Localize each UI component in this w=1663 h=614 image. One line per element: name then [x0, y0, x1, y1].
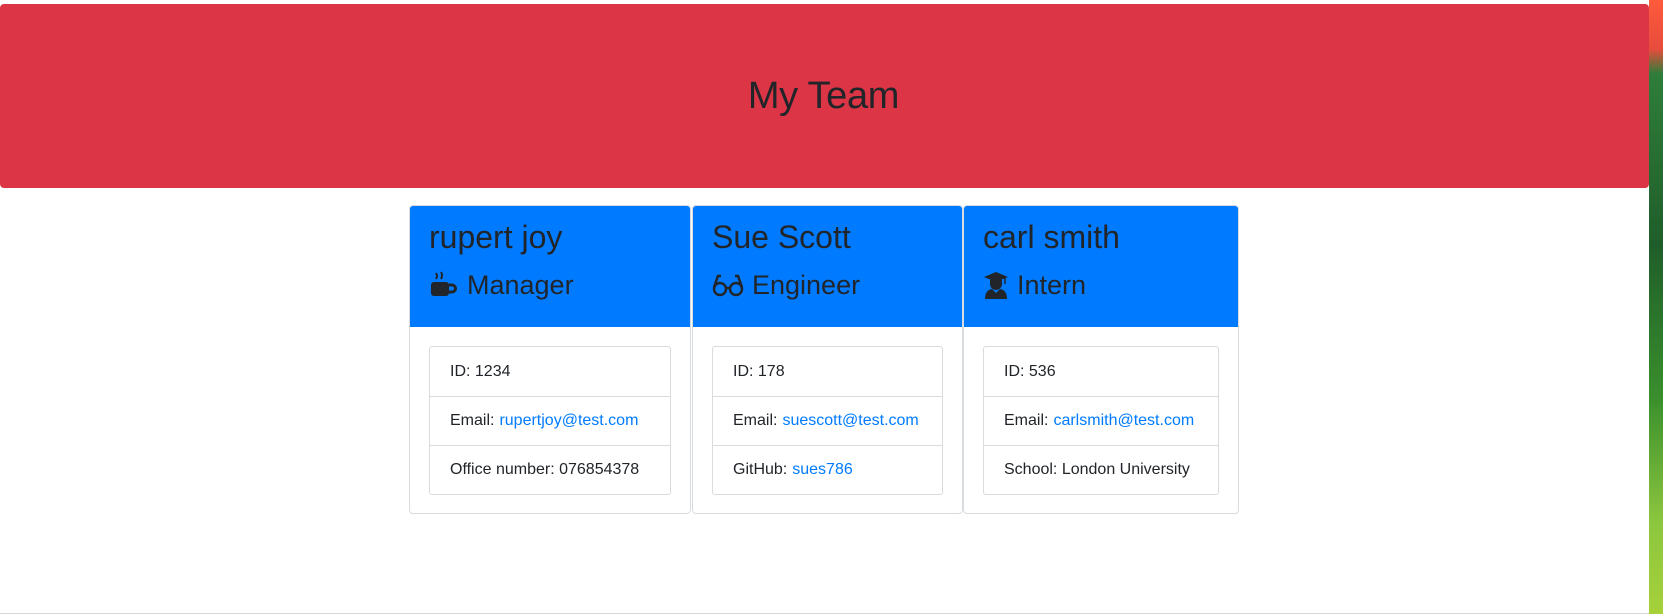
- id-row: ID: 536: [984, 347, 1218, 396]
- role-label: Engineer: [752, 270, 861, 300]
- email-link[interactable]: carlsmith@test.com: [1053, 412, 1194, 430]
- github-link[interactable]: sues786: [792, 461, 853, 479]
- employee-card-intern: carl smith Intern ID: 536 Email: carlsmit…: [963, 205, 1239, 514]
- id-row: ID: 178: [713, 347, 942, 396]
- id-label: ID:: [450, 362, 471, 380]
- employee-name: Sue Scott: [712, 219, 851, 255]
- employee-card-engineer: Sue Scott Engineer ID: 178 Email: suescot…: [692, 205, 963, 514]
- id-row: ID: 1234: [430, 347, 670, 396]
- id-label: ID:: [733, 362, 754, 380]
- card-header: rupert joy Manager: [410, 206, 690, 327]
- coffee-icon: [431, 271, 457, 296]
- office-number-label: Office number:: [450, 461, 555, 478]
- page-title: My Team: [747, 74, 900, 117]
- employee-details: ID: 178 Email: suescott@test.com GitHub: s…: [712, 346, 943, 495]
- employee-card-manager: rupert joy Manager ID: 1234 Email: rupert…: [409, 205, 691, 514]
- card-header: Sue Scott Engineer: [693, 206, 962, 327]
- employee-details: ID: 536 Email: carlsmith@test.com School:…: [983, 346, 1219, 495]
- id-label: ID:: [1004, 362, 1025, 380]
- id-value: 536: [1028, 362, 1056, 380]
- email-label: Email:: [1004, 412, 1049, 429]
- graduate-icon: [984, 272, 1008, 299]
- employee-name: carl smith: [983, 219, 1120, 255]
- team-header: My Team: [0, 4, 1649, 188]
- id-value: 178: [757, 362, 785, 380]
- role-label: Intern: [1017, 270, 1087, 300]
- desktop-background-edge: [1649, 0, 1663, 614]
- employee-name: rupert joy: [429, 219, 563, 255]
- employee-role: Intern: [983, 270, 1238, 300]
- email-row: Email: rupertjoy@test.com: [430, 396, 670, 445]
- email-row: Email: suescott@test.com: [713, 396, 942, 445]
- role-label: Manager: [467, 270, 574, 300]
- github-row: GitHub: sues786: [713, 445, 942, 494]
- id-value: 1234: [474, 362, 511, 380]
- page: My Team rupert joy Manager ID: 1234 Emai…: [0, 0, 1649, 614]
- email-label: Email:: [733, 412, 778, 429]
- card-header: carl smith Intern: [964, 206, 1238, 327]
- glasses-icon: [712, 274, 744, 297]
- email-link[interactable]: rupertjoy@test.com: [499, 412, 638, 430]
- email-link[interactable]: suescott@test.com: [782, 412, 918, 430]
- office-number-value: 076854378: [559, 461, 640, 478]
- github-label: GitHub:: [733, 461, 788, 478]
- school-row: School: London University: [984, 445, 1218, 494]
- employee-details: ID: 1234 Email: rupertjoy@test.com Office…: [429, 346, 671, 495]
- school-label: School:: [1004, 461, 1058, 478]
- email-label: Email:: [450, 412, 495, 429]
- office-number-row: Office number: 076854378: [430, 445, 670, 494]
- email-row: Email: carlsmith@test.com: [984, 396, 1218, 445]
- employee-role: Manager: [429, 270, 690, 300]
- school-value: London University: [1061, 461, 1190, 478]
- employee-role: Engineer: [712, 270, 962, 300]
